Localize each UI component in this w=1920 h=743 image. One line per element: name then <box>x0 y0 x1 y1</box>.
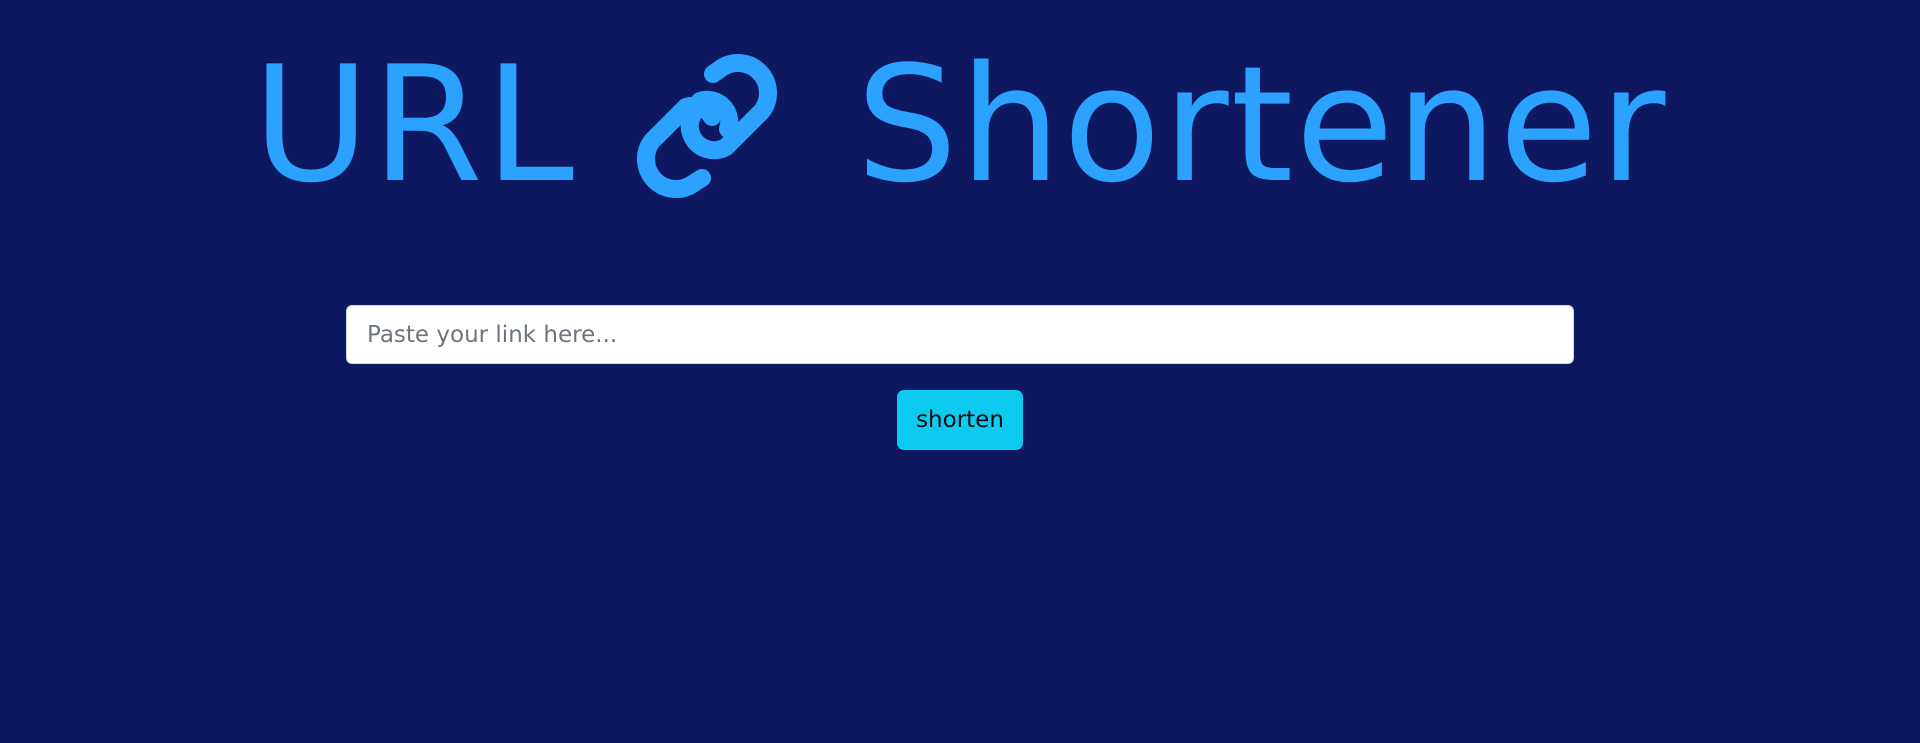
title-url-text: URL <box>252 31 576 218</box>
title-shortener-text: Shortener <box>855 31 1668 218</box>
url-shortener-page: URL Shortener shorten <box>0 0 1920 743</box>
shorten-button[interactable]: shorten <box>897 390 1023 450</box>
url-input[interactable] <box>346 305 1574 364</box>
page-title: URL Shortener <box>0 40 1920 210</box>
link-icon <box>616 45 816 205</box>
